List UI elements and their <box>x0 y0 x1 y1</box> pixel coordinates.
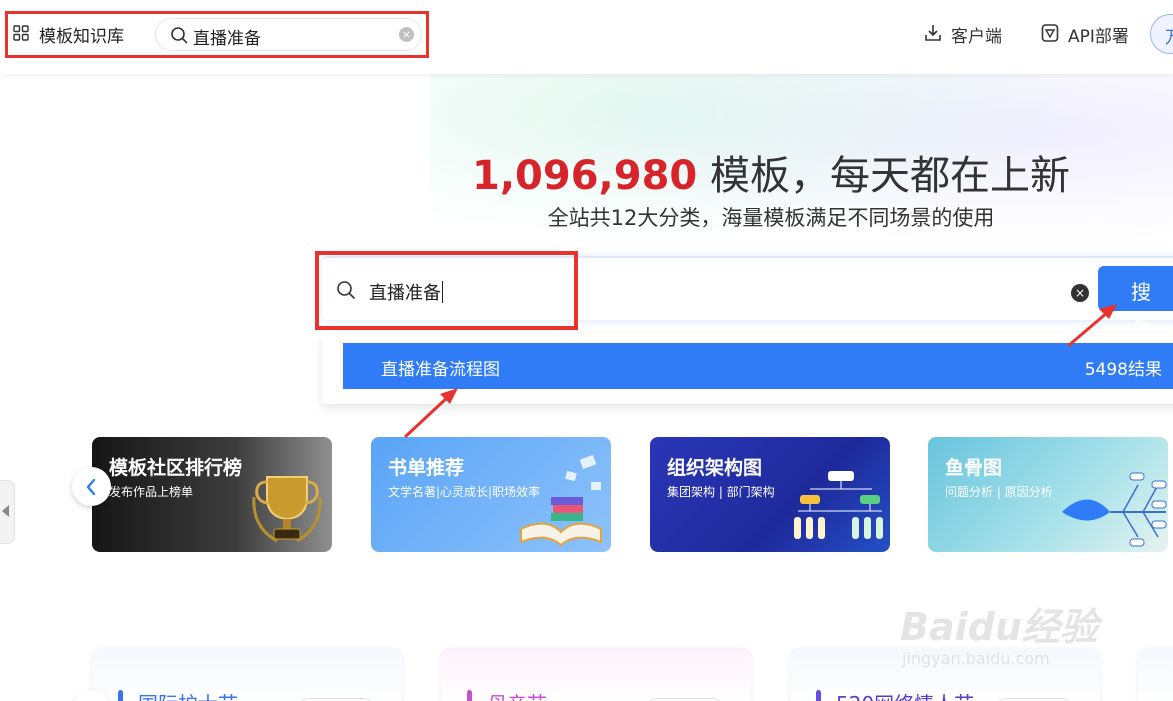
card-title: 组织架构图 <box>667 457 763 479</box>
carousel-prev-button[interactable] <box>72 467 111 506</box>
download-icon <box>925 25 941 41</box>
festival-label: 520网络情人节 <box>836 688 974 701</box>
client-label: 客户端 <box>951 27 1002 47</box>
card-desc: 集团架构 | 部门架构 <box>667 485 775 499</box>
side-collapse-tab[interactable] <box>0 480 15 544</box>
headline-suffix: 模板，每天都在上新 <box>697 153 1070 199</box>
suggestion-item[interactable]: 直播准备流程图 5498结果 <box>343 343 1173 389</box>
festival-card[interactable]: 母亲节 <box>441 648 751 701</box>
card-desc: 发布作品上榜单 <box>109 485 194 499</box>
avatar-button[interactable]: 万 <box>1150 14 1173 54</box>
chevron-left-icon <box>86 478 96 496</box>
card-title: 书单推荐 <box>388 457 465 479</box>
suggestion-count: 5498结果 <box>1084 360 1162 380</box>
card-title: 鱼骨图 <box>945 457 1003 479</box>
suggestion-text: 直播准备流程图 <box>381 360 500 380</box>
hero-headline: 1,096,980 模板，每天都在上新 <box>0 143 1173 201</box>
festival-card[interactable]: 国际护士节 <box>92 648 402 701</box>
accent-bar <box>816 690 821 701</box>
annotation-box-search <box>315 251 578 330</box>
api-shield-icon <box>1041 24 1059 42</box>
festival-label: 母亲节 <box>487 688 547 701</box>
accent-bar <box>467 690 472 701</box>
card-desc: 问题分析 | 原因分析 <box>945 485 1053 499</box>
annotation-box-top <box>5 11 429 58</box>
fishbone-icon <box>1062 472 1167 547</box>
card-book-list[interactable]: 书单推荐 文学名著|心灵成长|职场效率 <box>371 437 611 552</box>
watermark-brand: Baidu经验 <box>900 605 1098 649</box>
api-label: API部署 <box>1068 27 1129 47</box>
hero-subline: 全站共12大分类，海量模板满足不同场景的使用 <box>547 206 995 230</box>
festival-label: 国际护士节 <box>138 688 238 701</box>
accent-bar <box>118 690 123 701</box>
api-deploy-button[interactable]: API部署 <box>1040 22 1140 47</box>
card-leaderboard[interactable]: 模板社区排行榜 发布作品上榜单 <box>92 437 332 552</box>
festival-card[interactable] <box>1138 648 1173 701</box>
open-book-icon <box>520 454 602 547</box>
watermark: Baidu经验 jingyan.baidu.com <box>900 596 1130 676</box>
clear-icon[interactable]: × <box>1071 284 1089 302</box>
suggestion-dropdown: 直播准备流程图 5498结果 <box>322 333 1173 404</box>
client-download-button[interactable]: 客户端 <box>923 22 1013 47</box>
search-button[interactable]: 搜 索 <box>1098 266 1173 333</box>
org-chart-icon <box>794 471 883 539</box>
trophy-icon <box>252 476 322 543</box>
card-fishbone[interactable]: 鱼骨图 问题分析 | 原因分析 <box>928 437 1168 552</box>
card-org-chart[interactable]: 组织架构图 集团架构 | 部门架构 <box>650 437 890 552</box>
template-count: 1,096,980 <box>472 153 698 199</box>
watermark-url: jingyan.baidu.com <box>902 649 1050 668</box>
